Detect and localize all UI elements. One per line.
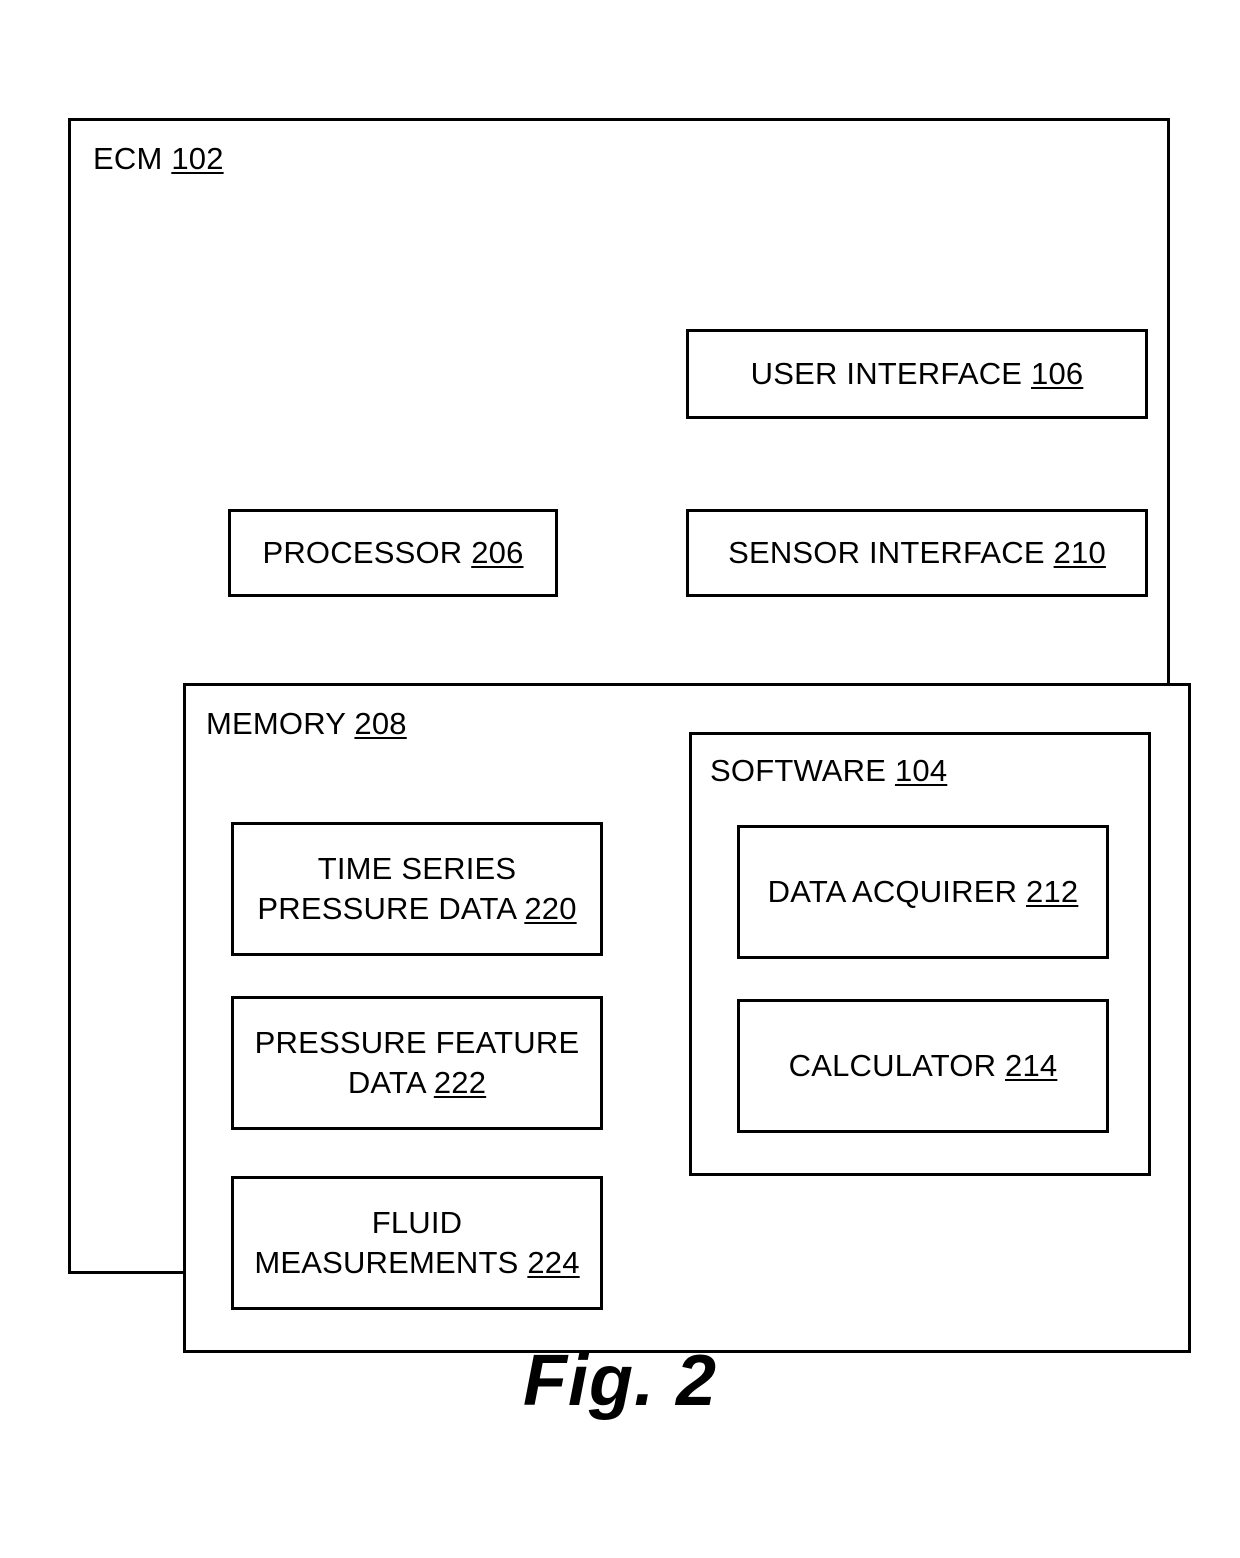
fluid-measurements-line2: MEASUREMENTS	[254, 1245, 519, 1280]
ecm-label: ECM 102	[93, 143, 224, 174]
ecm-ref-numeral: 102	[171, 141, 224, 176]
memory-ref-numeral: 208	[354, 706, 407, 741]
fluid-measurements-line1: FLUID	[371, 1205, 463, 1241]
sensor-interface-label: SENSOR INTERFACE	[728, 535, 1045, 571]
memory-container: MEMORY 208 TIME SERIES PRESSURE DATA 220 …	[183, 683, 1191, 1353]
sensor-interface-block: SENSOR INTERFACE 210	[686, 509, 1148, 597]
sensor-interface-ref-numeral: 210	[1053, 535, 1106, 571]
fluid-measurements-text: FLUID MEASUREMENTS 224	[244, 1203, 589, 1282]
pressure-feature-line2: DATA	[347, 1065, 425, 1100]
software-ref-numeral: 104	[894, 753, 948, 788]
pressure-feature-data-block: PRESSURE FEATURE DATA 222	[231, 996, 603, 1130]
user-interface-block-text: USER INTERFACE 106	[741, 354, 1094, 394]
time-series-line2: PRESSURE DATA	[257, 891, 516, 926]
pressure-feature-ref-numeral: 222	[433, 1065, 487, 1100]
user-interface-ref-numeral: 106	[1031, 356, 1084, 392]
processor-ref-numeral: 206	[471, 535, 524, 571]
data-acquirer-ref-numeral: 212	[1026, 874, 1079, 910]
fluid-measurements-ref-numeral: 224	[527, 1245, 580, 1280]
data-acquirer-block: DATA ACQUIRER 212	[737, 825, 1109, 959]
pressure-feature-line1: PRESSURE FEATURE	[254, 1025, 580, 1061]
software-label: SOFTWARE 104	[710, 755, 947, 786]
memory-label: MEMORY 208	[206, 708, 407, 739]
ecm-container: ECM 102 USER INTERFACE 106 PROCESSOR 206…	[68, 118, 1191, 1353]
data-acquirer-label: DATA ACQUIRER	[767, 874, 1018, 910]
processor-block-text: PROCESSOR 206	[252, 533, 533, 573]
time-series-pressure-data-block: TIME SERIES PRESSURE DATA 220	[231, 822, 603, 956]
calculator-label: CALCULATOR	[788, 1048, 997, 1084]
ecm-label-text: ECM	[93, 141, 163, 176]
processor-label: PROCESSOR	[262, 535, 463, 571]
figure-caption: Fig. 2	[522, 1341, 717, 1421]
time-series-ref-numeral: 220	[524, 891, 577, 926]
software-container: SOFTWARE 104 DATA ACQUIRER 212 CALCULATO…	[689, 732, 1151, 1176]
calculator-block: CALCULATOR 214	[737, 999, 1109, 1133]
processor-block: PROCESSOR 206	[228, 509, 558, 597]
sensor-interface-block-text: SENSOR INTERFACE 210	[718, 533, 1116, 573]
time-series-pressure-data-text: TIME SERIES PRESSURE DATA 220	[247, 849, 586, 928]
calculator-ref-numeral: 214	[1005, 1048, 1058, 1084]
data-acquirer-text: DATA ACQUIRER 212	[758, 872, 1089, 912]
software-label-text: SOFTWARE	[710, 753, 887, 788]
time-series-line1: TIME SERIES	[317, 851, 517, 887]
pressure-feature-data-text: PRESSURE FEATURE DATA 222	[245, 1023, 590, 1102]
user-interface-block: USER INTERFACE 106	[686, 329, 1148, 419]
user-interface-label: USER INTERFACE	[750, 356, 1023, 392]
memory-label-text: MEMORY	[206, 706, 346, 741]
calculator-text: CALCULATOR 214	[779, 1046, 1068, 1086]
fluid-measurements-block: FLUID MEASUREMENTS 224	[231, 1176, 603, 1310]
